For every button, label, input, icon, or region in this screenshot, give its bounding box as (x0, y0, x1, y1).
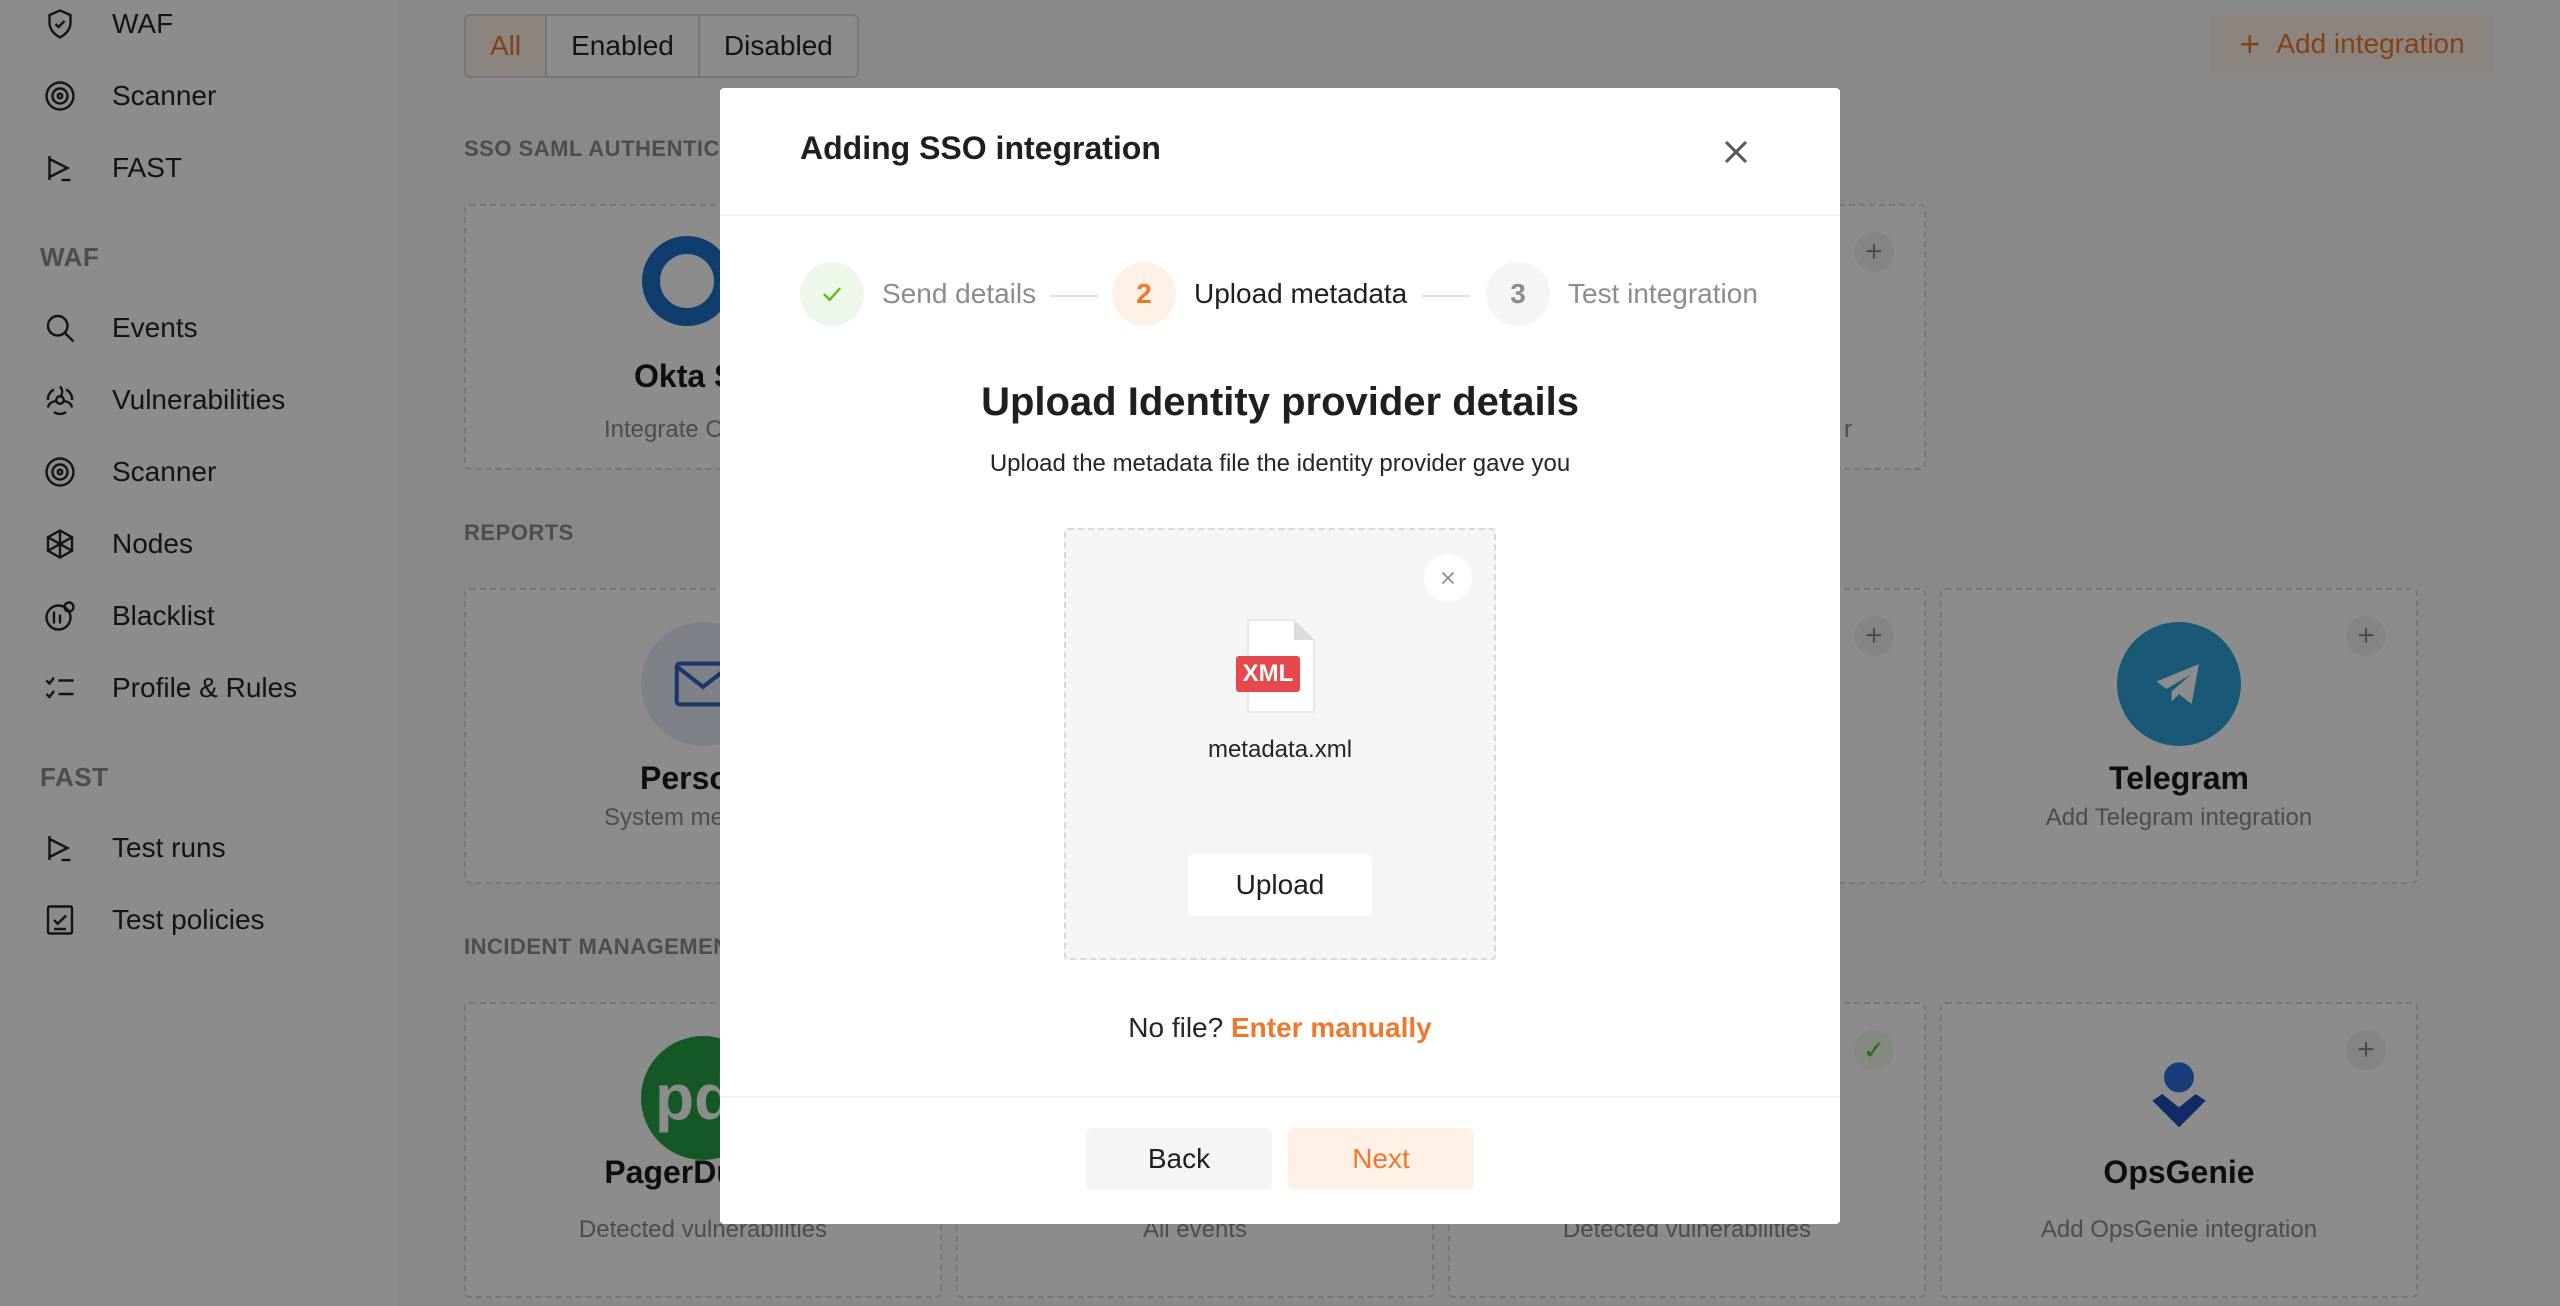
footer-divider (720, 1096, 1840, 1098)
enter-manually-link[interactable]: Enter manually (1231, 1012, 1432, 1043)
step-connector (1050, 295, 1098, 297)
header-divider (720, 214, 1840, 216)
sso-integration-modal: Adding SSO integration Send details 2 Up… (720, 88, 1840, 1224)
step-number: 3 (1486, 262, 1550, 326)
next-button[interactable]: Next (1288, 1128, 1474, 1190)
check-icon (800, 262, 864, 326)
step-number: 2 (1112, 262, 1176, 326)
file-type-label: XML (1242, 660, 1294, 687)
step-upload-metadata: 2 Upload metadata (1112, 262, 1407, 326)
modal-title: Adding SSO integration (800, 130, 1161, 166)
upload-subheading: Upload the metadata file the identity pr… (989, 450, 1571, 477)
close-icon[interactable] (1712, 128, 1760, 176)
remove-file-icon[interactable] (1424, 554, 1472, 602)
file-name: metadata.xml (1207, 736, 1353, 763)
step-connector (1422, 295, 1470, 297)
upload-button[interactable]: Upload (1188, 854, 1372, 916)
file-dropzone[interactable]: XML metadata.xml Upload (1064, 528, 1496, 960)
step-send-details: Send details (800, 262, 1036, 326)
upload-heading: Upload Identity provider details (981, 380, 1579, 424)
xml-file-icon: XML (1236, 618, 1326, 714)
step-test-integration: 3 Test integration (1486, 262, 1758, 326)
back-button[interactable]: Back (1086, 1128, 1272, 1190)
no-file-prompt: No file? Enter manually (1128, 1012, 1432, 1043)
